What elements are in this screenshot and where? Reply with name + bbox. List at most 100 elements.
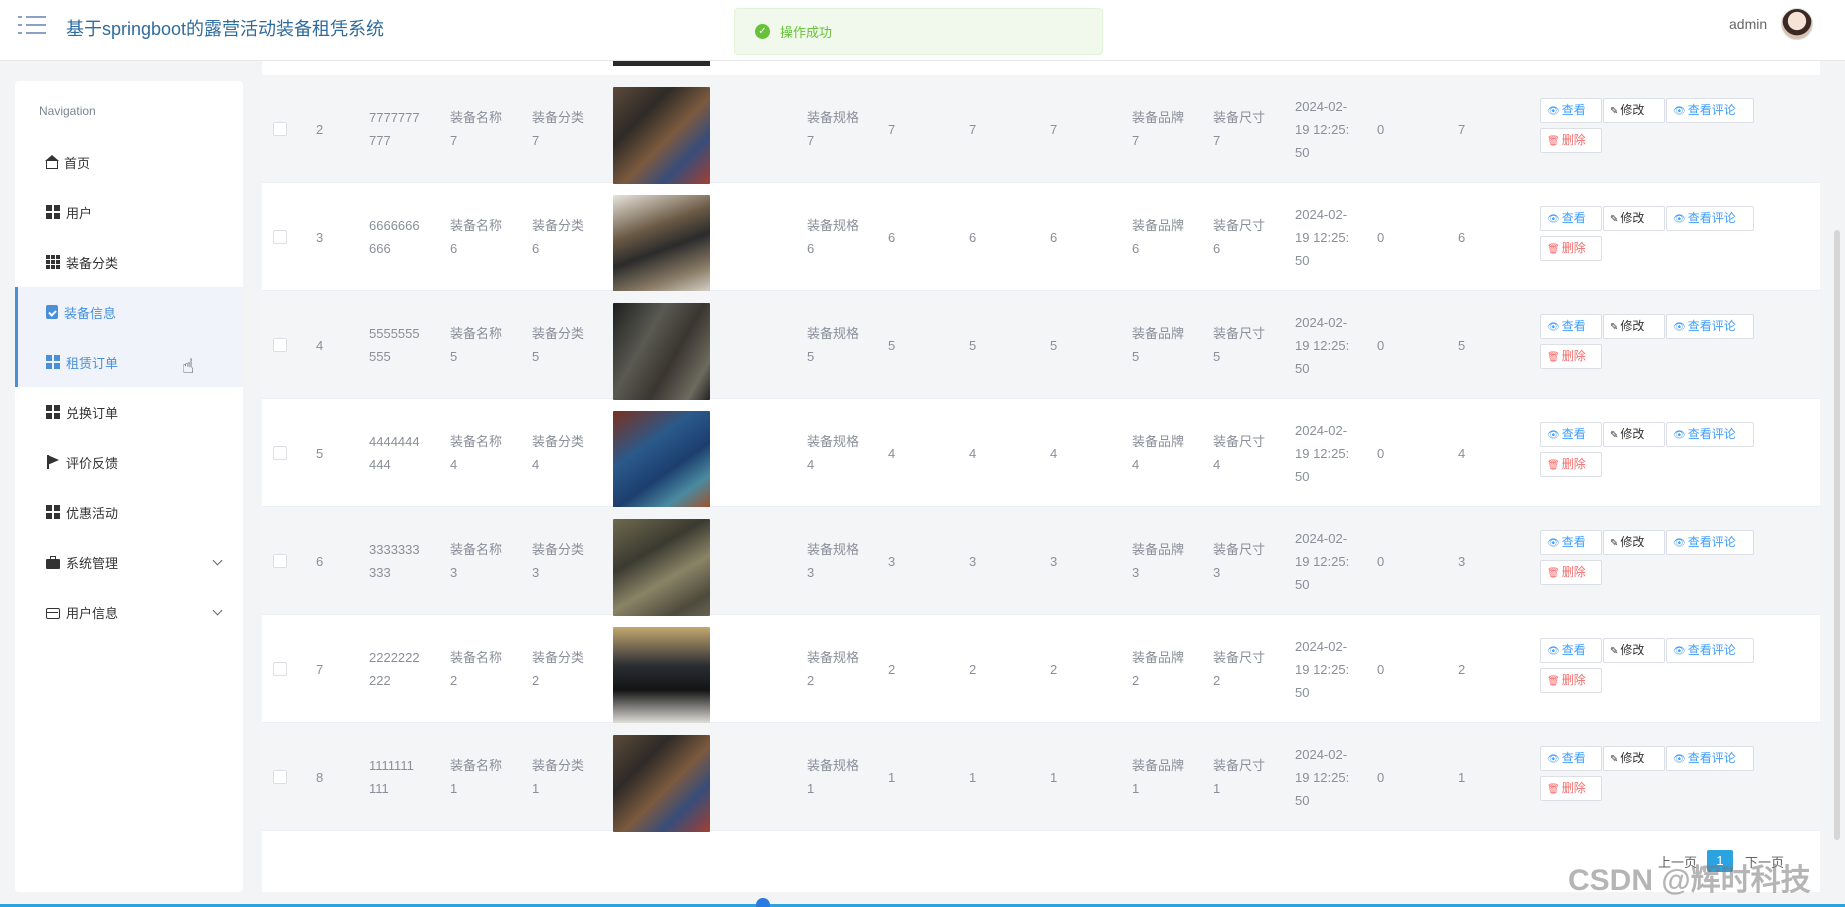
cell-equipment-category: 装备分类 3 xyxy=(532,542,585,580)
equipment-image[interactable] xyxy=(613,735,710,832)
cell-value-3: 4 xyxy=(1050,445,1058,461)
view-comments-button[interactable]: 👁 查看评论 xyxy=(1666,206,1754,231)
edit-button[interactable]: ✎ 修改 xyxy=(1603,314,1665,339)
delete-button[interactable]: 🗑 删除 xyxy=(1540,560,1602,585)
equipment-image[interactable] xyxy=(613,87,710,184)
edit-button[interactable]: ✎ 修改 xyxy=(1603,206,1665,231)
image-thumbnail-partial xyxy=(613,61,710,66)
sidebar-item-equipment-category[interactable]: 装备分类 xyxy=(15,237,243,287)
cell-equipment-category: 装备分类 2 xyxy=(532,650,585,688)
view-comments-button[interactable]: 👁 查看评论 xyxy=(1666,638,1754,663)
sidebar-item-feedback[interactable]: 评价反馈 xyxy=(15,437,243,487)
grid-icon xyxy=(46,355,60,369)
delete-button[interactable]: 🗑 删除 xyxy=(1540,344,1602,369)
sidebar-item-system-management[interactable]: 系统管理 xyxy=(15,537,243,587)
delete-button[interactable]: 🗑 删除 xyxy=(1540,668,1602,693)
row-checkbox[interactable] xyxy=(273,554,287,568)
row-checkbox[interactable] xyxy=(273,770,287,784)
equipment-image[interactable] xyxy=(613,519,710,616)
grid-icon xyxy=(46,205,60,219)
sidebar-item-users[interactable]: 用户 xyxy=(15,187,243,237)
row-checkbox[interactable] xyxy=(273,230,287,244)
eye-icon: 👁 xyxy=(1547,106,1560,117)
equipment-table: 2 7777777 777 装备名称 7 装备分类 7 装备规格 7 7 7 7 装备品牌 7 装备尺寸 7 2… xyxy=(262,75,1820,832)
button-label: 查看评论 xyxy=(1687,643,1736,657)
view-comments-button[interactable]: 👁 查看评论 xyxy=(1666,530,1754,555)
equipment-image[interactable] xyxy=(613,303,710,400)
view-button[interactable]: 👁 查看 xyxy=(1540,530,1602,555)
cell-equipment-size: 装备尺寸 5 xyxy=(1213,326,1266,364)
button-label: 删除 xyxy=(1561,673,1586,687)
sidebar-item-promotions[interactable]: 优惠活动 xyxy=(15,487,243,537)
edit-icon: ✎ xyxy=(1610,214,1619,225)
row-checkbox[interactable] xyxy=(273,122,287,136)
delete-button[interactable]: 🗑 删除 xyxy=(1540,776,1602,801)
equipment-image[interactable] xyxy=(613,411,710,508)
edit-button[interactable]: ✎ 修改 xyxy=(1603,422,1665,447)
sidebar-item-equipment-info[interactable]: 装备信息 xyxy=(15,287,243,337)
eye-icon: 👁 xyxy=(1673,754,1686,765)
sidebar-item-home[interactable]: 首页 xyxy=(15,137,243,187)
delete-button[interactable]: 🗑 删除 xyxy=(1540,236,1602,261)
edit-button[interactable]: ✎ 修改 xyxy=(1603,638,1665,663)
delete-button[interactable]: 🗑 删除 xyxy=(1540,452,1602,477)
edit-button[interactable]: ✎ 修改 xyxy=(1603,98,1665,123)
view-button[interactable]: 👁 查看 xyxy=(1540,98,1602,123)
row-checkbox[interactable] xyxy=(273,446,287,460)
equipment-table-panel: 2 7777777 777 装备名称 7 装备分类 7 装备规格 7 7 7 7 装备品牌 7 装备尺寸 7 2… xyxy=(262,61,1820,892)
cell-equipment-size: 装备尺寸 7 xyxy=(1213,110,1266,148)
sidebar-item-label: 首页 xyxy=(64,155,91,171)
eye-icon: 👁 xyxy=(1673,430,1686,441)
button-label: 修改 xyxy=(1620,319,1645,333)
scroll-handle[interactable] xyxy=(756,898,770,907)
cell-equipment-brand: 装备品牌 4 xyxy=(1132,434,1185,472)
button-label: 查看 xyxy=(1561,535,1586,549)
chevron-down-icon xyxy=(212,555,223,566)
sidebar-item-user-info[interactable]: 用户信息 xyxy=(15,587,243,637)
table-row: 6 3333333 333 装备名称 3 装备分类 3 装备规格 3 3 3 3 装备品牌 3 装备尺寸 3 2… xyxy=(262,507,1820,616)
view-button[interactable]: 👁 查看 xyxy=(1540,422,1602,447)
cell-value-2: 7 xyxy=(969,121,977,137)
button-label: 修改 xyxy=(1620,427,1645,441)
row-checkbox[interactable] xyxy=(273,338,287,352)
view-button[interactable]: 👁 查看 xyxy=(1540,314,1602,339)
cell-equipment-brand: 装备品牌 1 xyxy=(1132,758,1185,796)
eye-icon: 👁 xyxy=(1547,538,1560,549)
cell-value-2: 3 xyxy=(969,553,977,569)
cell-equipment-size: 装备尺寸 1 xyxy=(1213,758,1266,796)
button-label: 修改 xyxy=(1620,103,1645,117)
chevron-down-icon xyxy=(212,605,223,616)
sidebar-item-rental-orders[interactable]: 租赁订单 xyxy=(15,337,243,387)
user-name[interactable]: admin xyxy=(1729,16,1767,32)
cell-created-time: 2024-02- 19 12:25: 50 xyxy=(1295,746,1350,808)
view-comments-button[interactable]: 👁 查看评论 xyxy=(1666,746,1754,771)
vertical-scrollbar[interactable] xyxy=(1834,230,1840,840)
home-icon xyxy=(45,154,59,169)
menu-toggle-icon[interactable] xyxy=(18,14,46,36)
cell-equipment-size: 装备尺寸 3 xyxy=(1213,542,1266,580)
view-comments-button[interactable]: 👁 查看评论 xyxy=(1666,314,1754,339)
trash-icon: 🗑 xyxy=(1547,568,1560,579)
avatar[interactable] xyxy=(1781,8,1813,40)
sidebar-item-exchange-orders[interactable]: 兑换订单 xyxy=(15,387,243,437)
cell-value-2: 1 xyxy=(969,769,977,785)
trash-icon: 🗑 xyxy=(1547,676,1560,687)
delete-button[interactable]: 🗑 删除 xyxy=(1540,128,1602,153)
view-button[interactable]: 👁 查看 xyxy=(1540,206,1602,231)
edit-icon: ✎ xyxy=(1610,754,1619,765)
edit-button[interactable]: ✎ 修改 xyxy=(1603,746,1665,771)
sidebar-item-label: 装备信息 xyxy=(64,305,117,321)
view-button[interactable]: 👁 查看 xyxy=(1540,638,1602,663)
cell-value-zero: 0 xyxy=(1377,229,1385,245)
row-checkbox[interactable] xyxy=(273,662,287,676)
cell-value-4: 2 xyxy=(1458,661,1466,677)
view-comments-button[interactable]: 👁 查看评论 xyxy=(1666,98,1754,123)
equipment-image[interactable] xyxy=(613,627,710,724)
cell-equipment-name: 装备名称 6 xyxy=(450,218,503,256)
equipment-image[interactable] xyxy=(613,195,710,292)
view-comments-button[interactable]: 👁 查看评论 xyxy=(1666,422,1754,447)
edit-button[interactable]: ✎ 修改 xyxy=(1603,530,1665,555)
edit-icon: ✎ xyxy=(1610,646,1619,657)
edit-icon: ✎ xyxy=(1610,430,1619,441)
view-button[interactable]: 👁 查看 xyxy=(1540,746,1602,771)
